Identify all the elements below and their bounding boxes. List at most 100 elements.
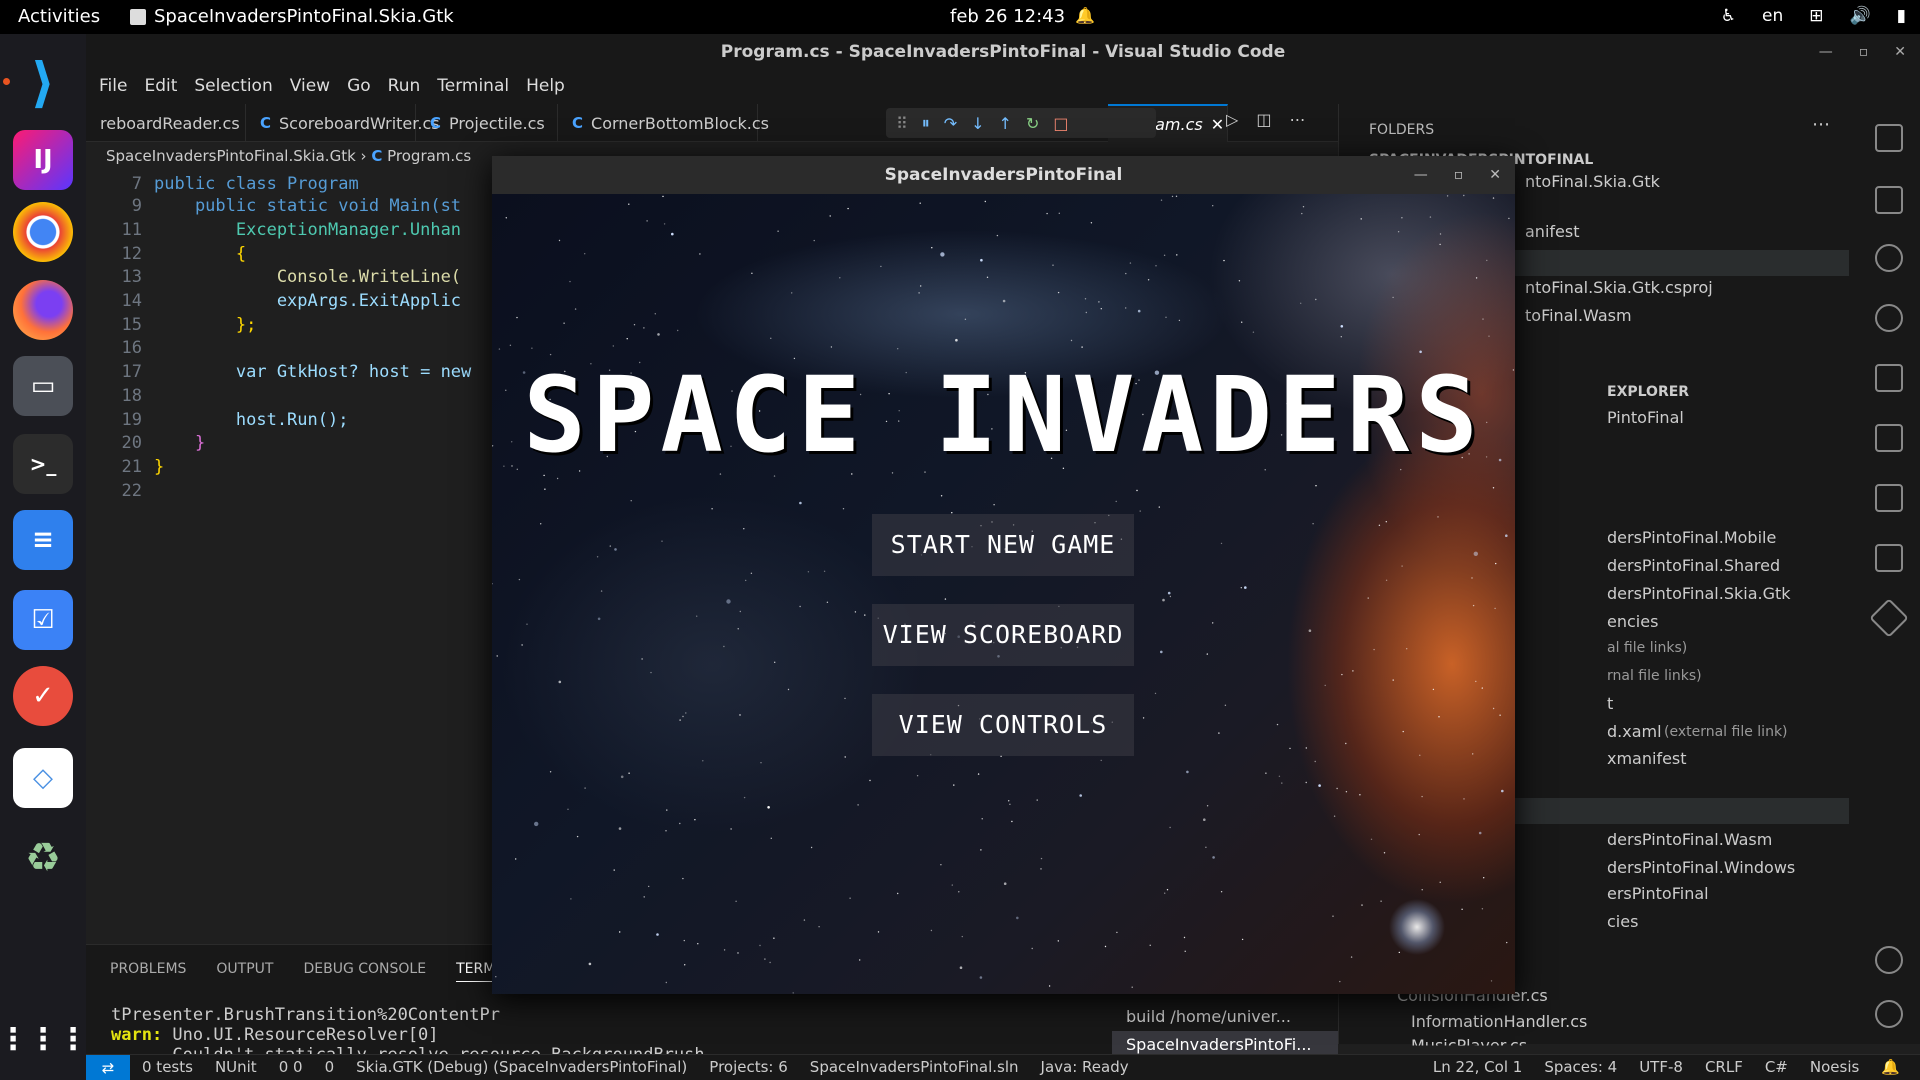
status-nunit[interactable]: NUnit (215, 1058, 257, 1076)
close-tab-icon[interactable]: ✕ (1211, 115, 1224, 134)
settings-gear-icon[interactable] (1875, 1000, 1903, 1028)
book-icon[interactable] (1875, 186, 1903, 214)
design-app-icon[interactable]: ◇ (13, 748, 73, 808)
show-apps-icon[interactable]: ⋮⋮⋮ (0, 1009, 88, 1069)
tree-item[interactable]: dersPintoFinal.Skia.Gtk (1607, 584, 1791, 603)
explorer-icon[interactable] (1875, 124, 1903, 152)
tab-debug-console[interactable]: DEBUG CONSOLE (303, 961, 426, 982)
status-java[interactable]: Java: Ready (1041, 1058, 1129, 1076)
menu-file[interactable]: File (92, 70, 137, 104)
menu-go[interactable]: Go (340, 70, 381, 104)
status-sln[interactable]: SpaceInvadersPintoFinal.sln (810, 1058, 1019, 1076)
restart-icon[interactable]: ↻ (1026, 114, 1039, 133)
terminal-item[interactable]: build /home/univer... (1112, 1003, 1338, 1031)
vscode-icon[interactable]: ⟩ (13, 51, 73, 114)
menu-view[interactable]: View (283, 70, 340, 104)
run-icon[interactable]: ▷ (1226, 110, 1238, 129)
menu-run[interactable]: Run (381, 70, 431, 104)
start-new-game-button[interactable]: START NEW GAME (872, 514, 1134, 576)
tree-item[interactable]: InformationHandler.cs (1411, 1012, 1587, 1031)
intellij-icon[interactable]: IJ (13, 130, 73, 190)
tree-item[interactable]: cies (1607, 912, 1638, 931)
firefox-icon[interactable] (13, 280, 73, 340)
close-button[interactable]: ✕ (1489, 156, 1501, 194)
more-icon[interactable]: ⋯ (1812, 114, 1830, 135)
menu-selection[interactable]: Selection (187, 70, 282, 104)
tab-scoreboardwriter[interactable]: C ScoreboardWriter.cs (246, 104, 440, 142)
network-icon[interactable]: ⊞ (1809, 6, 1823, 26)
writer-icon[interactable]: ≡ (13, 510, 73, 570)
tab-output[interactable]: OUTPUT (216, 961, 273, 982)
minimize-button[interactable]: — (1414, 156, 1428, 194)
status-ports[interactable]: 0 (325, 1058, 335, 1076)
chrome-icon[interactable] (13, 202, 73, 262)
run-debug-icon[interactable] (1875, 364, 1903, 392)
tab-scoreboardreader[interactable]: reboardReader.cs (86, 104, 246, 142)
tree-item[interactable]: dersPintoFinal.Shared (1607, 556, 1780, 575)
tree-item[interactable]: xmanifest (1607, 749, 1687, 768)
tasks-icon[interactable]: ☑ (13, 590, 73, 650)
status-projects[interactable]: Projects: 6 (709, 1058, 788, 1076)
volume-icon[interactable]: 🔊 (1849, 6, 1870, 26)
git-graph-icon[interactable] (1869, 598, 1909, 638)
view-scoreboard-button[interactable]: VIEW SCOREBOARD (872, 604, 1134, 666)
more-icon[interactable]: ⋯ (1289, 110, 1305, 129)
tree-item[interactable]: encies (1607, 612, 1658, 631)
extensions-icon[interactable] (1875, 424, 1903, 452)
tree-item[interactable]: dersPintoFinal.Windows (1607, 858, 1795, 877)
code-editor[interactable]: 7 public class Program 9 public static v… (86, 170, 506, 790)
pause-icon[interactable]: ⏸ (922, 113, 930, 133)
breadcrumb-project[interactable]: SpaceInvadersPintoFinal.Skia.Gtk (106, 147, 356, 165)
menu-help[interactable]: Help (519, 70, 575, 104)
testing-icon[interactable] (1875, 544, 1903, 572)
bell-icon[interactable]: 🔔 (1881, 1058, 1900, 1076)
app-menu[interactable]: SpaceInvadersPintoFinal.Skia.Gtk (130, 6, 454, 27)
section-header[interactable]: EXPLORER (1607, 384, 1689, 400)
status-encoding[interactable]: UTF-8 (1639, 1058, 1683, 1076)
tree-item[interactable]: anifest (1525, 222, 1579, 241)
status-tests[interactable]: 0 tests (142, 1058, 193, 1076)
step-into-icon[interactable]: ↓ (971, 114, 984, 133)
tree-item[interactable]: dersPintoFinal.Mobile (1607, 528, 1776, 547)
tree-item[interactable]: t (1607, 694, 1613, 713)
status-eol[interactable]: CRLF (1705, 1058, 1743, 1076)
split-editor-icon[interactable]: ◫ (1256, 110, 1271, 129)
status-problems[interactable]: 0 0 (279, 1058, 303, 1076)
status-spaces[interactable]: Spaces: 4 (1544, 1058, 1617, 1076)
tree-item[interactable]: toFinal.Wasm (1525, 306, 1632, 325)
tab-projectile[interactable]: C Projectile.cs (416, 104, 558, 142)
status-debug[interactable]: Skia.GTK (Debug) (SpaceInvadersPintoFina… (356, 1058, 687, 1076)
drag-handle-icon[interactable]: ⠿ (896, 114, 908, 133)
accessibility-icon[interactable]: ♿ (1721, 6, 1736, 26)
step-over-icon[interactable]: ↷ (944, 114, 957, 133)
status-position[interactable]: Ln 22, Col 1 (1433, 1058, 1522, 1076)
search-icon[interactable] (1875, 244, 1903, 272)
tree-item[interactable]: ntoFinal.Skia.Gtk.csproj (1525, 278, 1713, 297)
trash-icon[interactable]: ♻ (13, 828, 73, 888)
tree-item[interactable]: d.xaml (1607, 722, 1662, 741)
menu-edit[interactable]: Edit (137, 70, 187, 104)
remote-icon[interactable]: ⇄ (86, 1055, 130, 1080)
todo-icon[interactable]: ✓ (13, 666, 73, 726)
files-icon[interactable]: ▭ (13, 356, 73, 416)
tree-item[interactable]: al file links) (1607, 640, 1687, 656)
status-user[interactable]: Noesis (1810, 1058, 1859, 1076)
account-icon[interactable] (1875, 946, 1903, 974)
clock[interactable]: feb 26 12:43 (950, 6, 1065, 27)
activities-button[interactable]: Activities (18, 6, 100, 27)
view-controls-button[interactable]: VIEW CONTROLS (872, 694, 1134, 756)
source-control-icon[interactable] (1875, 304, 1903, 332)
tree-item[interactable]: MusicPlayer.cs (1411, 1036, 1527, 1046)
battery-icon[interactable]: ▮ (1897, 6, 1906, 26)
terminal-icon[interactable]: >_ (13, 434, 73, 494)
remote-explorer-icon[interactable] (1875, 484, 1903, 512)
tree-item[interactable]: ntoFinal.Skia.Gtk (1525, 172, 1660, 191)
status-language[interactable]: C# (1765, 1058, 1788, 1076)
tree-item[interactable]: dersPintoFinal.Wasm (1607, 830, 1772, 849)
tab-problems[interactable]: PROBLEMS (110, 961, 186, 982)
tab-cornerbottomblock[interactable]: C CornerBottomBlock.cs (558, 104, 769, 142)
keyboard-language[interactable]: en (1762, 6, 1783, 26)
menu-terminal[interactable]: Terminal (430, 70, 519, 104)
tree-item[interactable]: rnal file links) (1607, 668, 1702, 684)
breadcrumb-file[interactable]: Program.cs (387, 147, 471, 165)
